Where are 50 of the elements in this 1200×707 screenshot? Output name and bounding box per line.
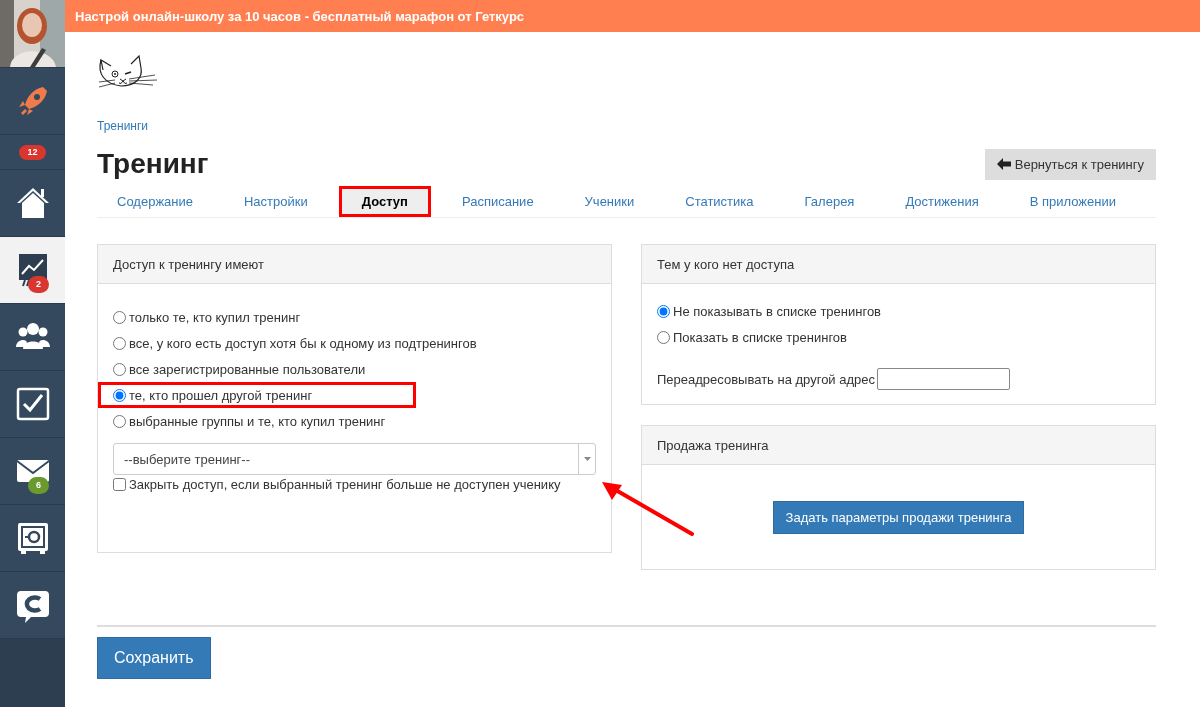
panel-title: Доступ к тренингу имеют xyxy=(113,256,264,272)
checkbox-label: Закрыть доступ, если выбранный тренинг больше не доступен ученику xyxy=(129,477,561,492)
sidebar-item[interactable] xyxy=(0,371,65,438)
back-button[interactable]: Вернуться к тренингу xyxy=(984,148,1156,180)
radio-button[interactable] xyxy=(113,310,126,324)
page-title: Тренинг xyxy=(97,148,209,180)
checkbox-icon xyxy=(14,386,51,422)
badge: 2 xyxy=(28,276,49,293)
badge: 12 xyxy=(19,144,46,160)
tab[interactable]: Настройки xyxy=(224,186,328,217)
checkbox[interactable] xyxy=(113,478,126,491)
radio-button[interactable] xyxy=(657,304,670,318)
tab[interactable]: Ученики xyxy=(564,186,655,217)
option-label: те, кто прошел другой тренинг xyxy=(129,387,313,403)
radio-button[interactable] xyxy=(113,414,126,428)
option-label: все зарегистрированные пользователи xyxy=(129,361,366,377)
promo-banner[interactable]: Настрой онлайн-школу за 10 часов - бесплатный марафон от Геткурс xyxy=(65,0,1200,32)
caret-icon xyxy=(583,457,591,461)
radio-button[interactable] xyxy=(113,362,126,376)
sidebar-item[interactable]: 2 xyxy=(0,237,65,304)
sidebar-item[interactable] xyxy=(0,170,65,237)
tab[interactable]: В приложении xyxy=(1009,186,1136,217)
url-field[interactable] xyxy=(877,368,1010,390)
radio-button[interactable] xyxy=(657,330,670,344)
sidebar-item[interactable] xyxy=(0,304,65,371)
radio-button[interactable] xyxy=(113,336,126,350)
sidebar-item[interactable]: 6 xyxy=(0,438,65,505)
tab[interactable]: Статистика xyxy=(665,186,774,217)
sidebar-item[interactable] xyxy=(0,572,65,639)
breadcrumb-link[interactable]: Тренинги xyxy=(97,119,149,133)
dropdown[interactable]: --выберите тренинг-- xyxy=(113,443,596,475)
tab[interactable]: Достижения xyxy=(885,186,999,217)
tab[interactable]: Галерея xyxy=(784,186,875,217)
sidebar-item[interactable] xyxy=(0,505,65,572)
field-label: Переадресовывать на другой адрес xyxy=(657,371,875,387)
option-label: только те, кто купил тренинг xyxy=(129,309,301,325)
option-label: Не показывать в списке тренингов xyxy=(673,303,882,319)
panel-title: Тем у кого нет доступа xyxy=(657,256,795,272)
option-label: все, у кого есть доступ хотя бы к одному из подтренингов xyxy=(129,335,477,351)
panel-title: Продажа тренинга xyxy=(657,437,769,453)
tab[interactable]: Содержание xyxy=(97,186,213,217)
option-label: Показать в списке тренингов xyxy=(673,329,847,345)
badge: 6 xyxy=(28,477,49,494)
tab[interactable]: Расписание xyxy=(441,186,554,217)
save-button[interactable]: Сохранить xyxy=(97,637,211,679)
tab[interactable]: Доступ xyxy=(338,186,431,217)
sale-settings-button[interactable]: Задать параметры продажи тренинга xyxy=(772,500,1025,534)
option-label: выбранные группы и те, кто купил тренинг xyxy=(129,413,386,429)
arrow-left-icon xyxy=(996,158,1011,170)
radio-button[interactable] xyxy=(113,388,126,402)
